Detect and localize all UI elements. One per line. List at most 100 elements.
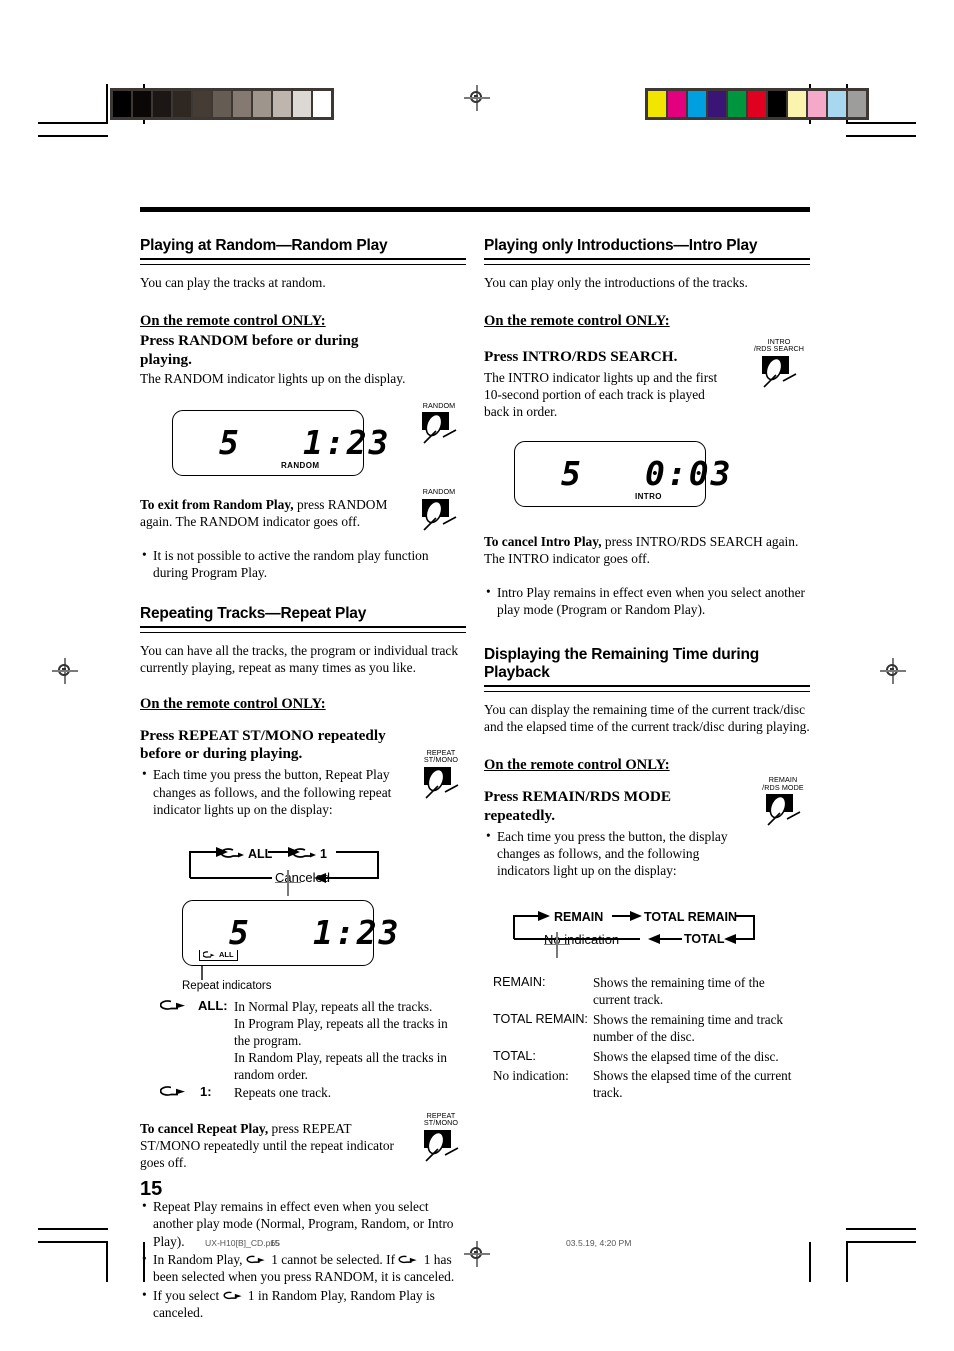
pressing-hand-icon: [767, 796, 801, 827]
remote-key-remain-glyph: [752, 792, 814, 832]
page-number: 15: [140, 1178, 163, 1200]
pressing-hand-icon: [423, 500, 457, 531]
note-part-a: In Random Play,: [153, 1252, 243, 1268]
calibration-patch-8: [808, 91, 826, 117]
right-column: Playing only Introductions—Intro Play Yo…: [484, 237, 810, 1103]
calibration-patch-9: [293, 91, 311, 117]
cycle-label-total: TOTAL: [684, 931, 725, 946]
cycle-label-no-indication: No indication: [544, 931, 619, 958]
random-instruction: Press RANDOM before or during playing.: [140, 331, 359, 368]
heading-rule: [484, 685, 810, 693]
crop-mark-br-v2: [809, 1242, 811, 1282]
display-repeat: 5 1:23 ALL: [182, 899, 398, 966]
legend-line: Repeats one track.: [234, 1085, 332, 1101]
table-cell-term: No indication:: [493, 1067, 569, 1083]
display-time: 1:23: [313, 912, 401, 952]
repeat-arrow-icon: [160, 1086, 185, 1097]
remote-key-random-label: RANDOM: [422, 400, 456, 410]
random-instruction-detail: The RANDOM indicator lights up on the di…: [140, 371, 406, 387]
table-cell-term: REMAIN:: [493, 974, 546, 989]
crop-mark-bl-h: [38, 1228, 108, 1230]
display-caption-wrap: Repeat indicators: [182, 965, 466, 998]
remain-cycle-arrows-icon: [513, 910, 755, 944]
heading-rule: [140, 258, 466, 266]
page-top-rule: [140, 207, 810, 212]
note-part-b: 1 cannot be selected. If: [271, 1252, 396, 1268]
remote-key-random[interactable]: RANDOM: [410, 400, 468, 451]
display-time: 1:23: [303, 422, 391, 462]
table-cell-desc: Shows the remaining time of the current …: [592, 974, 765, 1008]
legend-term-one: 1:: [200, 1084, 212, 1100]
footer-timestamp: 03.5.19, 4:20 PM: [566, 1238, 632, 1248]
calibration-patch-2: [688, 91, 706, 117]
table-cell-desc: Shows the elapsed time of the disc.: [592, 1048, 779, 1064]
legend-line: In Random Play, repeats all the tracks i…: [234, 1050, 448, 1083]
note-part-a: If you select: [153, 1287, 220, 1303]
repeat-indicators-caption: Repeat indicators: [182, 979, 272, 992]
remote-key-intro[interactable]: INTRO /RDS SEARCH: [746, 337, 812, 395]
repeat-notes-list: Repeat Play remains in effect even when …: [140, 1197, 466, 1322]
calibration-patch-0: [113, 91, 131, 117]
calibration-patch-9: [828, 91, 846, 117]
calibration-patch-4: [728, 91, 746, 117]
list-item: Each time you press the button, Repeat P…: [140, 765, 398, 818]
crop-mark-tl-v: [106, 84, 108, 124]
remain-modes-table: REMAIN: Shows the remaining time of the …: [492, 973, 804, 1103]
table-row: TOTAL: Shows the elapsed time of the dis…: [492, 1047, 804, 1066]
table-row: No indication: Shows the elapsed time of…: [492, 1066, 804, 1103]
legend-line: In Program Play, repeats all the tracks …: [234, 1015, 448, 1048]
heading-repeat-play: Repeating Tracks—Repeat Play: [140, 604, 367, 622]
repeat-bullet-list: Each time you press the button, Repeat P…: [140, 765, 398, 818]
display-indicator-random: RANDOM: [281, 460, 320, 470]
repeat-cycle-diagram: ALL 1 Canceled: [160, 842, 410, 896]
cycle-label-total-remain: TOTAL REMAIN: [644, 909, 738, 924]
display-track-number: 5: [219, 422, 241, 462]
calibration-patch-7: [788, 91, 806, 117]
crop-mark-br-h: [846, 1228, 916, 1230]
table-cell-term: TOTAL REMAIN:: [493, 1011, 588, 1026]
calibration-patch-7: [253, 91, 271, 117]
display-repeat-indicator-box: ALL: [199, 949, 238, 961]
intro-cancel-text: To cancel Intro Play, press INTRO/RDS SE…: [484, 533, 810, 568]
cycle-label-canceled: Canceled: [275, 869, 330, 896]
remote-key-remain[interactable]: REMAIN /RDS MODE: [752, 776, 814, 833]
repeat-legend: ALL: In Normal Play, repeats all the tra…: [158, 998, 458, 1102]
remote-key-remain-label: REMAIN /RDS MODE: [762, 774, 804, 792]
legend-line: In Normal Play, repeats all the tracks.: [234, 998, 433, 1014]
calibration-patch-1: [133, 91, 151, 117]
table-cell-desc: Shows the elapsed time of the current tr…: [592, 1067, 792, 1101]
repeat-cancel-lead: To cancel Repeat Play,: [140, 1120, 269, 1136]
list-item-with-icons: In Random Play, 1 cannot be selected. If…: [140, 1250, 466, 1286]
remote-key-random-glyph: [410, 410, 468, 450]
list-item: It is not possible to active the random …: [140, 546, 466, 582]
table-cell-desc: Shows the remaining time and track numbe…: [592, 1011, 784, 1045]
remain-remote-only-label: On the remote control ONLY:: [484, 756, 670, 773]
remain-instruction: Press REMAIN/RDS MODE repeatedly.: [484, 787, 672, 824]
list-item: Each time you press the button, the disp…: [484, 827, 736, 880]
calibration-patch-6: [233, 91, 251, 117]
remain-intro-text: You can display the remaining time of th…: [484, 702, 810, 735]
remote-key-repeat[interactable]: REPEAT ST/MONO: [412, 748, 470, 806]
table-cell-term: TOTAL:: [493, 1048, 536, 1063]
cycle-label-all: ALL: [248, 846, 273, 861]
calibration-patch-8: [273, 91, 291, 117]
display-indicator-all: ALL: [219, 950, 234, 960]
remote-key-random-cancel-label: RANDOM: [422, 486, 456, 496]
intro-intro-text: You can play only the introductions of t…: [484, 275, 748, 291]
heading-rule: [484, 258, 810, 266]
intro-notes-list: Intro Play remains in effect even when y…: [484, 583, 810, 619]
pressing-hand-icon: [763, 357, 797, 388]
random-cancel-text: To exit from Random Play, press RANDOM a…: [140, 496, 400, 531]
legend-term-all: ALL:: [198, 997, 228, 1013]
remote-key-random-cancel[interactable]: RANDOM: [410, 488, 468, 537]
display-track-number: 5: [229, 912, 251, 952]
heading-random-play: Playing at Random—Random Play: [140, 237, 388, 254]
repeat-arrow-icon: [223, 1291, 242, 1300]
intro-instruction-detail: The INTRO indicator lights up and the fi…: [484, 369, 718, 420]
left-column: Playing at Random—Random Play You can pl…: [140, 237, 466, 1323]
calibration-patch-10: [848, 91, 866, 117]
remote-key-random-cancel-glyph: [410, 497, 468, 537]
heading-rule: [140, 625, 466, 633]
calibration-patch-3: [173, 91, 191, 117]
remote-key-repeat-cancel[interactable]: REPEAT ST/MONO: [412, 1111, 470, 1169]
